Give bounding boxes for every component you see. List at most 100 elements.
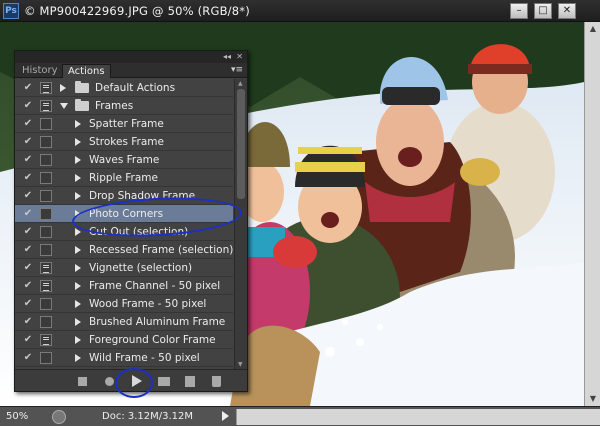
action-row[interactable]: ✔ Foreground Color Frame bbox=[15, 331, 233, 349]
dialog-toggle-icon[interactable] bbox=[40, 226, 52, 238]
toggle-check-icon[interactable]: ✔ bbox=[21, 153, 35, 167]
collapse-panel-icon[interactable]: ◂◂ bbox=[223, 52, 231, 61]
delete-icon[interactable] bbox=[212, 376, 221, 387]
collapsed-triangle-icon[interactable] bbox=[75, 246, 81, 254]
toggle-check-icon[interactable]: ✔ bbox=[21, 135, 35, 149]
action-row[interactable]: ✔ Recessed Frame (selection) bbox=[15, 241, 233, 259]
horizontal-scrollbar[interactable] bbox=[236, 409, 600, 425]
minimize-button[interactable]: – bbox=[510, 3, 528, 19]
collapsed-triangle-icon[interactable] bbox=[75, 318, 81, 326]
dialog-toggle-icon[interactable] bbox=[40, 190, 52, 202]
dialog-toggle-icon[interactable] bbox=[40, 100, 52, 112]
collapsed-triangle-icon[interactable] bbox=[75, 354, 81, 362]
toggle-check-icon[interactable]: ✔ bbox=[21, 81, 35, 95]
action-row[interactable]: ✔ Brushed Aluminum Frame bbox=[15, 313, 233, 331]
dialog-toggle-icon[interactable] bbox=[40, 262, 52, 274]
toggle-check-icon[interactable]: ✔ bbox=[21, 99, 35, 113]
toggle-check-icon[interactable]: ✔ bbox=[21, 171, 35, 185]
action-row[interactable]: ✔ Ripple Frame bbox=[15, 169, 233, 187]
action-set-row[interactable]: ✔ Frames bbox=[15, 97, 233, 115]
stop-recording-icon[interactable] bbox=[78, 377, 87, 386]
status-menu-arrow-icon[interactable] bbox=[222, 411, 229, 421]
action-row[interactable]: ✔ Cut Out (selection) bbox=[15, 223, 233, 241]
dialog-toggle-icon[interactable] bbox=[40, 316, 52, 328]
collapsed-triangle-icon[interactable] bbox=[75, 192, 81, 200]
new-action-icon[interactable] bbox=[185, 376, 195, 387]
close-panel-icon[interactable]: ✕ bbox=[236, 52, 243, 61]
vertical-scrollbar[interactable]: ▲ ▼ bbox=[584, 22, 600, 406]
panel-scroll-down-icon[interactable]: ▼ bbox=[238, 361, 243, 368]
new-set-icon[interactable] bbox=[158, 377, 170, 386]
collapsed-triangle-icon[interactable] bbox=[75, 210, 81, 218]
play-selection-icon[interactable] bbox=[132, 375, 142, 387]
scroll-up-icon[interactable]: ▲ bbox=[588, 24, 598, 34]
dialog-toggle-icon[interactable] bbox=[40, 280, 52, 292]
panel-menu-icon[interactable]: ▾≡ bbox=[231, 65, 243, 75]
action-row[interactable]: ✔ Wild Frame - 50 pixel bbox=[15, 349, 233, 367]
panel-scroll-thumb[interactable] bbox=[237, 89, 245, 199]
action-label: Strokes Frame bbox=[89, 136, 164, 148]
collapsed-triangle-icon[interactable] bbox=[60, 84, 66, 92]
collapsed-triangle-icon[interactable] bbox=[75, 282, 81, 290]
toggle-check-icon[interactable]: ✔ bbox=[21, 333, 35, 347]
panel-scroll-up-icon[interactable]: ▲ bbox=[238, 80, 243, 87]
toggle-check-icon[interactable]: ✔ bbox=[21, 351, 35, 365]
scroll-down-icon[interactable]: ▼ bbox=[588, 394, 598, 404]
action-set-row[interactable]: ✔ Default Actions bbox=[15, 79, 233, 97]
action-row[interactable]: ✔ Frame Channel - 50 pixel bbox=[15, 277, 233, 295]
status-bar: 50% Doc: 3.12M/3.12M bbox=[0, 406, 600, 426]
status-info-icon[interactable] bbox=[52, 410, 66, 424]
action-label: Photo Corners bbox=[89, 208, 164, 220]
collapsed-triangle-icon[interactable] bbox=[75, 156, 81, 164]
toggle-check-icon[interactable]: ✔ bbox=[21, 207, 35, 221]
action-row[interactable]: ✔ Drop Shadow Frame bbox=[15, 187, 233, 205]
toggle-check-icon[interactable]: ✔ bbox=[21, 315, 35, 329]
dialog-toggle-icon[interactable] bbox=[40, 244, 52, 256]
collapsed-triangle-icon[interactable] bbox=[75, 264, 81, 272]
action-label: Frame Channel - 50 pixel bbox=[89, 280, 221, 292]
toggle-check-icon[interactable]: ✔ bbox=[21, 225, 35, 239]
collapsed-triangle-icon[interactable] bbox=[75, 300, 81, 308]
toggle-check-icon[interactable]: ✔ bbox=[21, 261, 35, 275]
dialog-toggle-icon[interactable] bbox=[40, 172, 52, 184]
document-title: © MP900422969.JPG @ 50% (RGB/8*) bbox=[24, 4, 250, 18]
action-row[interactable]: ✔ Vignette (selection) bbox=[15, 259, 233, 277]
dialog-toggle-icon[interactable] bbox=[40, 82, 52, 94]
action-row[interactable]: ✔ Waves Frame bbox=[15, 151, 233, 169]
dialog-toggle-icon[interactable] bbox=[40, 334, 52, 346]
toggle-check-icon[interactable]: ✔ bbox=[21, 279, 35, 293]
collapsed-triangle-icon[interactable] bbox=[75, 174, 81, 182]
document-size-info: Doc: 3.12M/3.12M bbox=[102, 411, 194, 422]
toggle-check-icon[interactable]: ✔ bbox=[21, 243, 35, 257]
panel-scrollbar[interactable]: ▲ ▼ bbox=[234, 79, 247, 369]
action-row[interactable]: ✔ Photo Corners bbox=[15, 205, 233, 223]
action-row[interactable]: ✔ Strokes Frame bbox=[15, 133, 233, 151]
dialog-toggle-icon[interactable] bbox=[40, 352, 52, 364]
maximize-button[interactable]: □ bbox=[534, 3, 552, 19]
toggle-check-icon[interactable]: ✔ bbox=[21, 297, 35, 311]
tab-actions[interactable]: Actions bbox=[62, 64, 111, 78]
action-label: Waves Frame bbox=[89, 154, 160, 166]
toggle-check-icon[interactable]: ✔ bbox=[21, 117, 35, 131]
record-icon[interactable] bbox=[105, 377, 114, 386]
tab-history[interactable]: History bbox=[17, 64, 63, 78]
dialog-toggle-icon[interactable] bbox=[40, 154, 52, 166]
document-title-bar: Ps © MP900422969.JPG @ 50% (RGB/8*) – □ … bbox=[0, 0, 600, 22]
folder-icon bbox=[75, 99, 89, 111]
close-button[interactable]: ✕ bbox=[558, 3, 576, 19]
collapsed-triangle-icon[interactable] bbox=[75, 138, 81, 146]
collapsed-triangle-icon[interactable] bbox=[75, 120, 81, 128]
action-row[interactable]: ✔ Spatter Frame bbox=[15, 115, 233, 133]
action-row[interactable]: ✔ Wood Frame - 50 pixel bbox=[15, 295, 233, 313]
toggle-check-icon[interactable]: ✔ bbox=[21, 189, 35, 203]
dialog-toggle-icon[interactable] bbox=[40, 298, 52, 310]
dialog-toggle-icon[interactable] bbox=[40, 118, 52, 130]
collapsed-triangle-icon[interactable] bbox=[75, 336, 81, 344]
panel-header-bar[interactable]: ◂◂ ✕ bbox=[15, 51, 247, 63]
zoom-level-field[interactable]: 50% bbox=[4, 410, 42, 424]
expanded-triangle-icon[interactable] bbox=[60, 103, 68, 109]
action-label: Vignette (selection) bbox=[89, 262, 193, 274]
dialog-toggle-icon[interactable] bbox=[40, 208, 52, 220]
dialog-toggle-icon[interactable] bbox=[40, 136, 52, 148]
collapsed-triangle-icon[interactable] bbox=[75, 228, 81, 236]
